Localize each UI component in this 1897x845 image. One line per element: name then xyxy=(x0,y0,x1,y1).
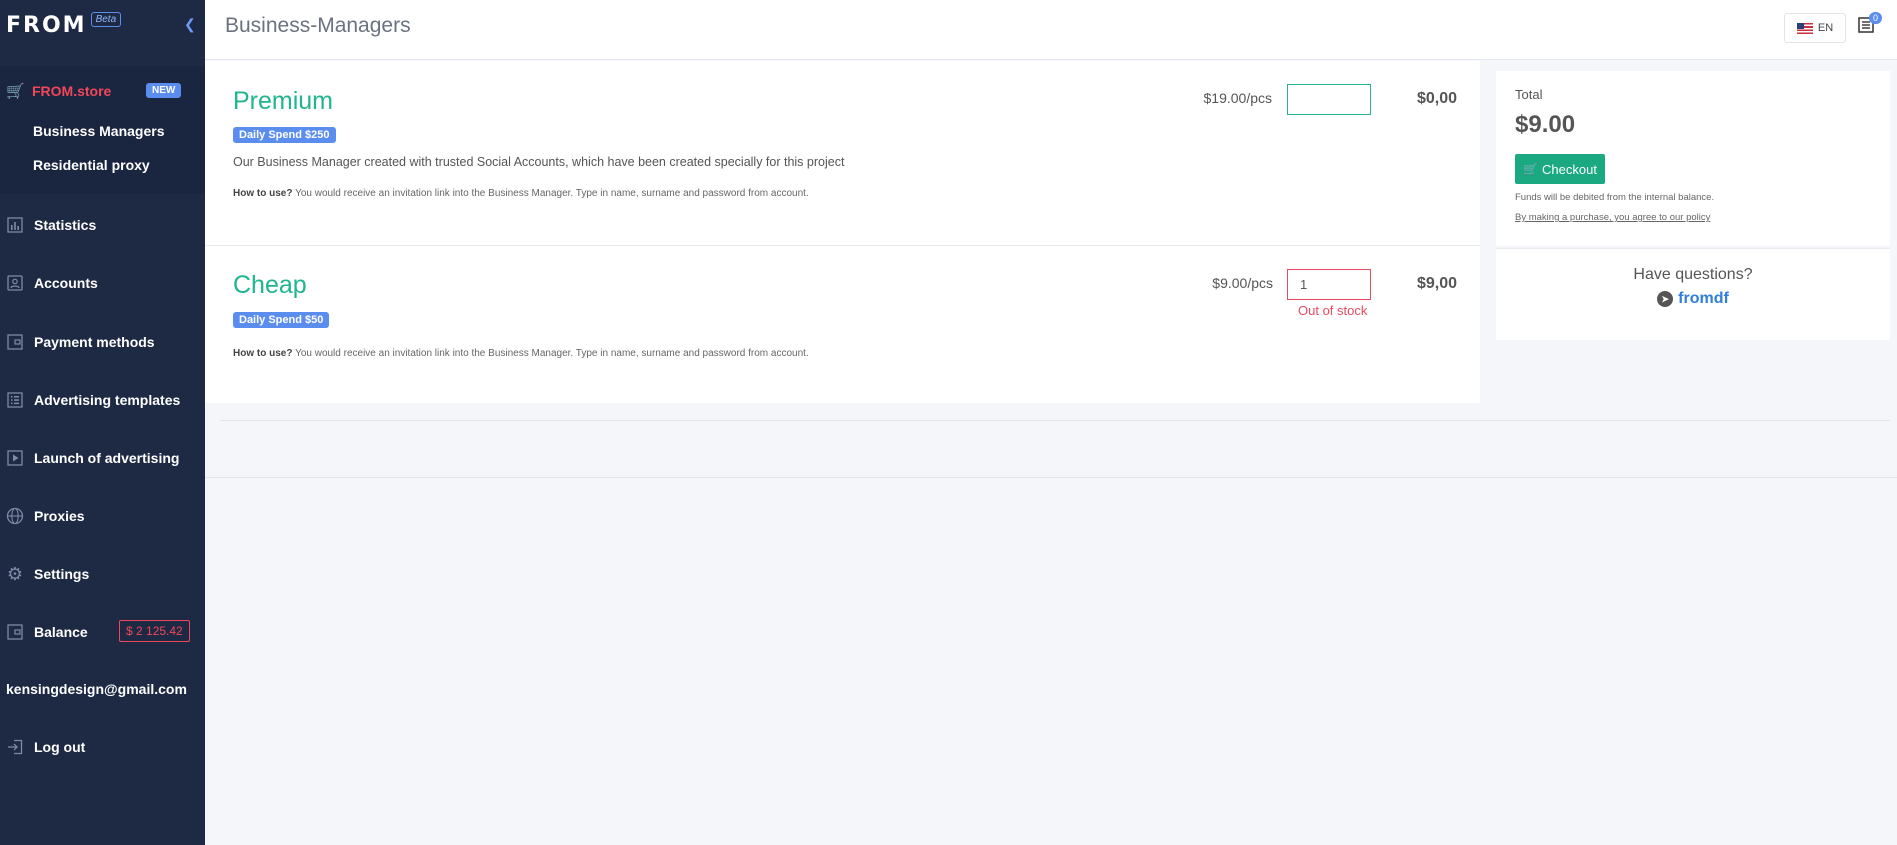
user-card-icon xyxy=(6,274,24,292)
logout-icon xyxy=(6,738,24,756)
sidebar-item-label: Accounts xyxy=(34,275,98,291)
telegram-link[interactable]: ➤ fromdf xyxy=(1496,290,1890,308)
sidebar-item-label: Launch of advertising xyxy=(34,450,180,466)
sidebar-item-label: Settings xyxy=(34,566,90,582)
sidebar-item-settings[interactable]: ⚙ Settings xyxy=(6,562,201,586)
sidebar-item-advertising-templates[interactable]: Advertising templates xyxy=(6,388,201,412)
unit-price: $19.00/pcs xyxy=(1203,90,1273,106)
list-icon xyxy=(6,391,24,409)
store-label: FROM.store xyxy=(32,83,112,99)
product-list: Premium Daily Spend $250 Our Business Ma… xyxy=(205,61,1480,403)
header: Business-Managers EN 0 xyxy=(205,0,1897,60)
daily-spend-tag: Daily Spend $50 xyxy=(233,312,330,328)
policy-link[interactable]: By making a purchase, you agree to our p… xyxy=(1515,212,1710,223)
sidebar-item-residential-proxy[interactable]: Residential proxy xyxy=(33,157,150,173)
total-label: Total xyxy=(1515,87,1543,102)
balance-amount: $ 2 125.42 xyxy=(119,620,190,642)
unit-price: $9.00/pcs xyxy=(1212,275,1273,291)
product-description: Our Business Manager created with truste… xyxy=(233,155,845,169)
questions-panel: Have questions? ➤ fromdf xyxy=(1496,248,1890,340)
sidebar-item-label: Proxies xyxy=(34,508,85,524)
divider xyxy=(220,420,1890,421)
balance-note: Funds will be debited from the internal … xyxy=(1515,192,1715,203)
logout-button[interactable]: Log out xyxy=(6,735,201,759)
line-sum: $9,00 xyxy=(1416,275,1457,292)
quantity-input[interactable] xyxy=(1287,84,1371,115)
checkout-label: Checkout xyxy=(1542,161,1597,177)
language-selector[interactable]: EN xyxy=(1784,13,1846,43)
sidebar-item-proxies[interactable]: Proxies xyxy=(6,504,201,528)
gear-icon: ⚙ xyxy=(6,563,24,584)
divider xyxy=(205,477,1897,478)
sidebar-item-label: Payment methods xyxy=(34,334,155,350)
globe-icon xyxy=(6,507,24,525)
line-sum: $0,00 xyxy=(1416,90,1457,107)
new-badge: NEW xyxy=(146,83,182,98)
total-value: $9.00 xyxy=(1515,111,1576,138)
store-section: 🛒 FROM.store NEW Business Managers Resid… xyxy=(0,66,205,194)
sidebar-item-label: Balance xyxy=(34,624,88,640)
cart-icon: 🛒 xyxy=(1523,162,1539,176)
logo[interactable]: FROM Beta xyxy=(6,12,122,40)
sidebar-item-balance[interactable]: Balance $ 2 125.42 xyxy=(6,620,201,644)
sidebar-item-launch-of-advertising[interactable]: Launch of advertising xyxy=(6,446,201,470)
sidebar-item-statistics[interactable]: Statistics xyxy=(6,213,201,237)
wallet-icon xyxy=(6,623,24,641)
cart-icon: 🛒 xyxy=(6,83,25,100)
store-link[interactable]: 🛒 FROM.store NEW xyxy=(6,82,196,100)
divider xyxy=(205,245,1480,246)
out-of-stock-error: Out of stock xyxy=(1298,303,1368,318)
user-email: kensingdesign@gmail.com xyxy=(6,681,187,697)
questions-title: Have questions? xyxy=(1633,266,1753,283)
play-icon xyxy=(6,449,24,467)
product-name: Cheap xyxy=(233,271,307,299)
wallet-icon xyxy=(6,333,24,351)
sidebar-item-label: Statistics xyxy=(34,217,97,233)
telegram-icon: ➤ xyxy=(1657,291,1674,307)
sidebar-item-accounts[interactable]: Accounts xyxy=(6,271,201,295)
checkout-button[interactable]: 🛒 Checkout xyxy=(1515,154,1605,184)
product-name: Premium xyxy=(233,87,334,115)
daily-spend-tag: Daily Spend $250 xyxy=(233,127,336,143)
howto-text: How to use? You would receive an invitat… xyxy=(233,348,809,359)
order-total-panel: Total $9.00 🛒 Checkout Funds will be deb… xyxy=(1496,71,1890,246)
page-title: Business-Managers xyxy=(225,14,411,37)
howto-text: How to use? You would receive an invitat… xyxy=(233,188,809,199)
beta-badge: Beta xyxy=(90,12,122,27)
sidebar: FROM Beta ❮ 🛒 FROM.store NEW Business Ma… xyxy=(0,0,205,845)
logo-text: FROM xyxy=(6,13,87,38)
bar-chart-icon xyxy=(6,216,24,234)
cart-count-badge: 0 xyxy=(1869,12,1883,24)
sidebar-item-label: Advertising templates xyxy=(34,392,181,408)
logout-label: Log out xyxy=(34,739,86,755)
quantity-input[interactable] xyxy=(1287,269,1371,300)
language-label: EN xyxy=(1817,22,1834,34)
sidebar-item-payment-methods[interactable]: Payment methods xyxy=(6,330,201,354)
collapse-sidebar-icon[interactable]: ❮ xyxy=(184,16,196,33)
us-flag-icon xyxy=(1796,22,1813,34)
telegram-handle: fromdf xyxy=(1678,290,1729,307)
sidebar-item-business-managers[interactable]: Business Managers xyxy=(33,123,165,139)
